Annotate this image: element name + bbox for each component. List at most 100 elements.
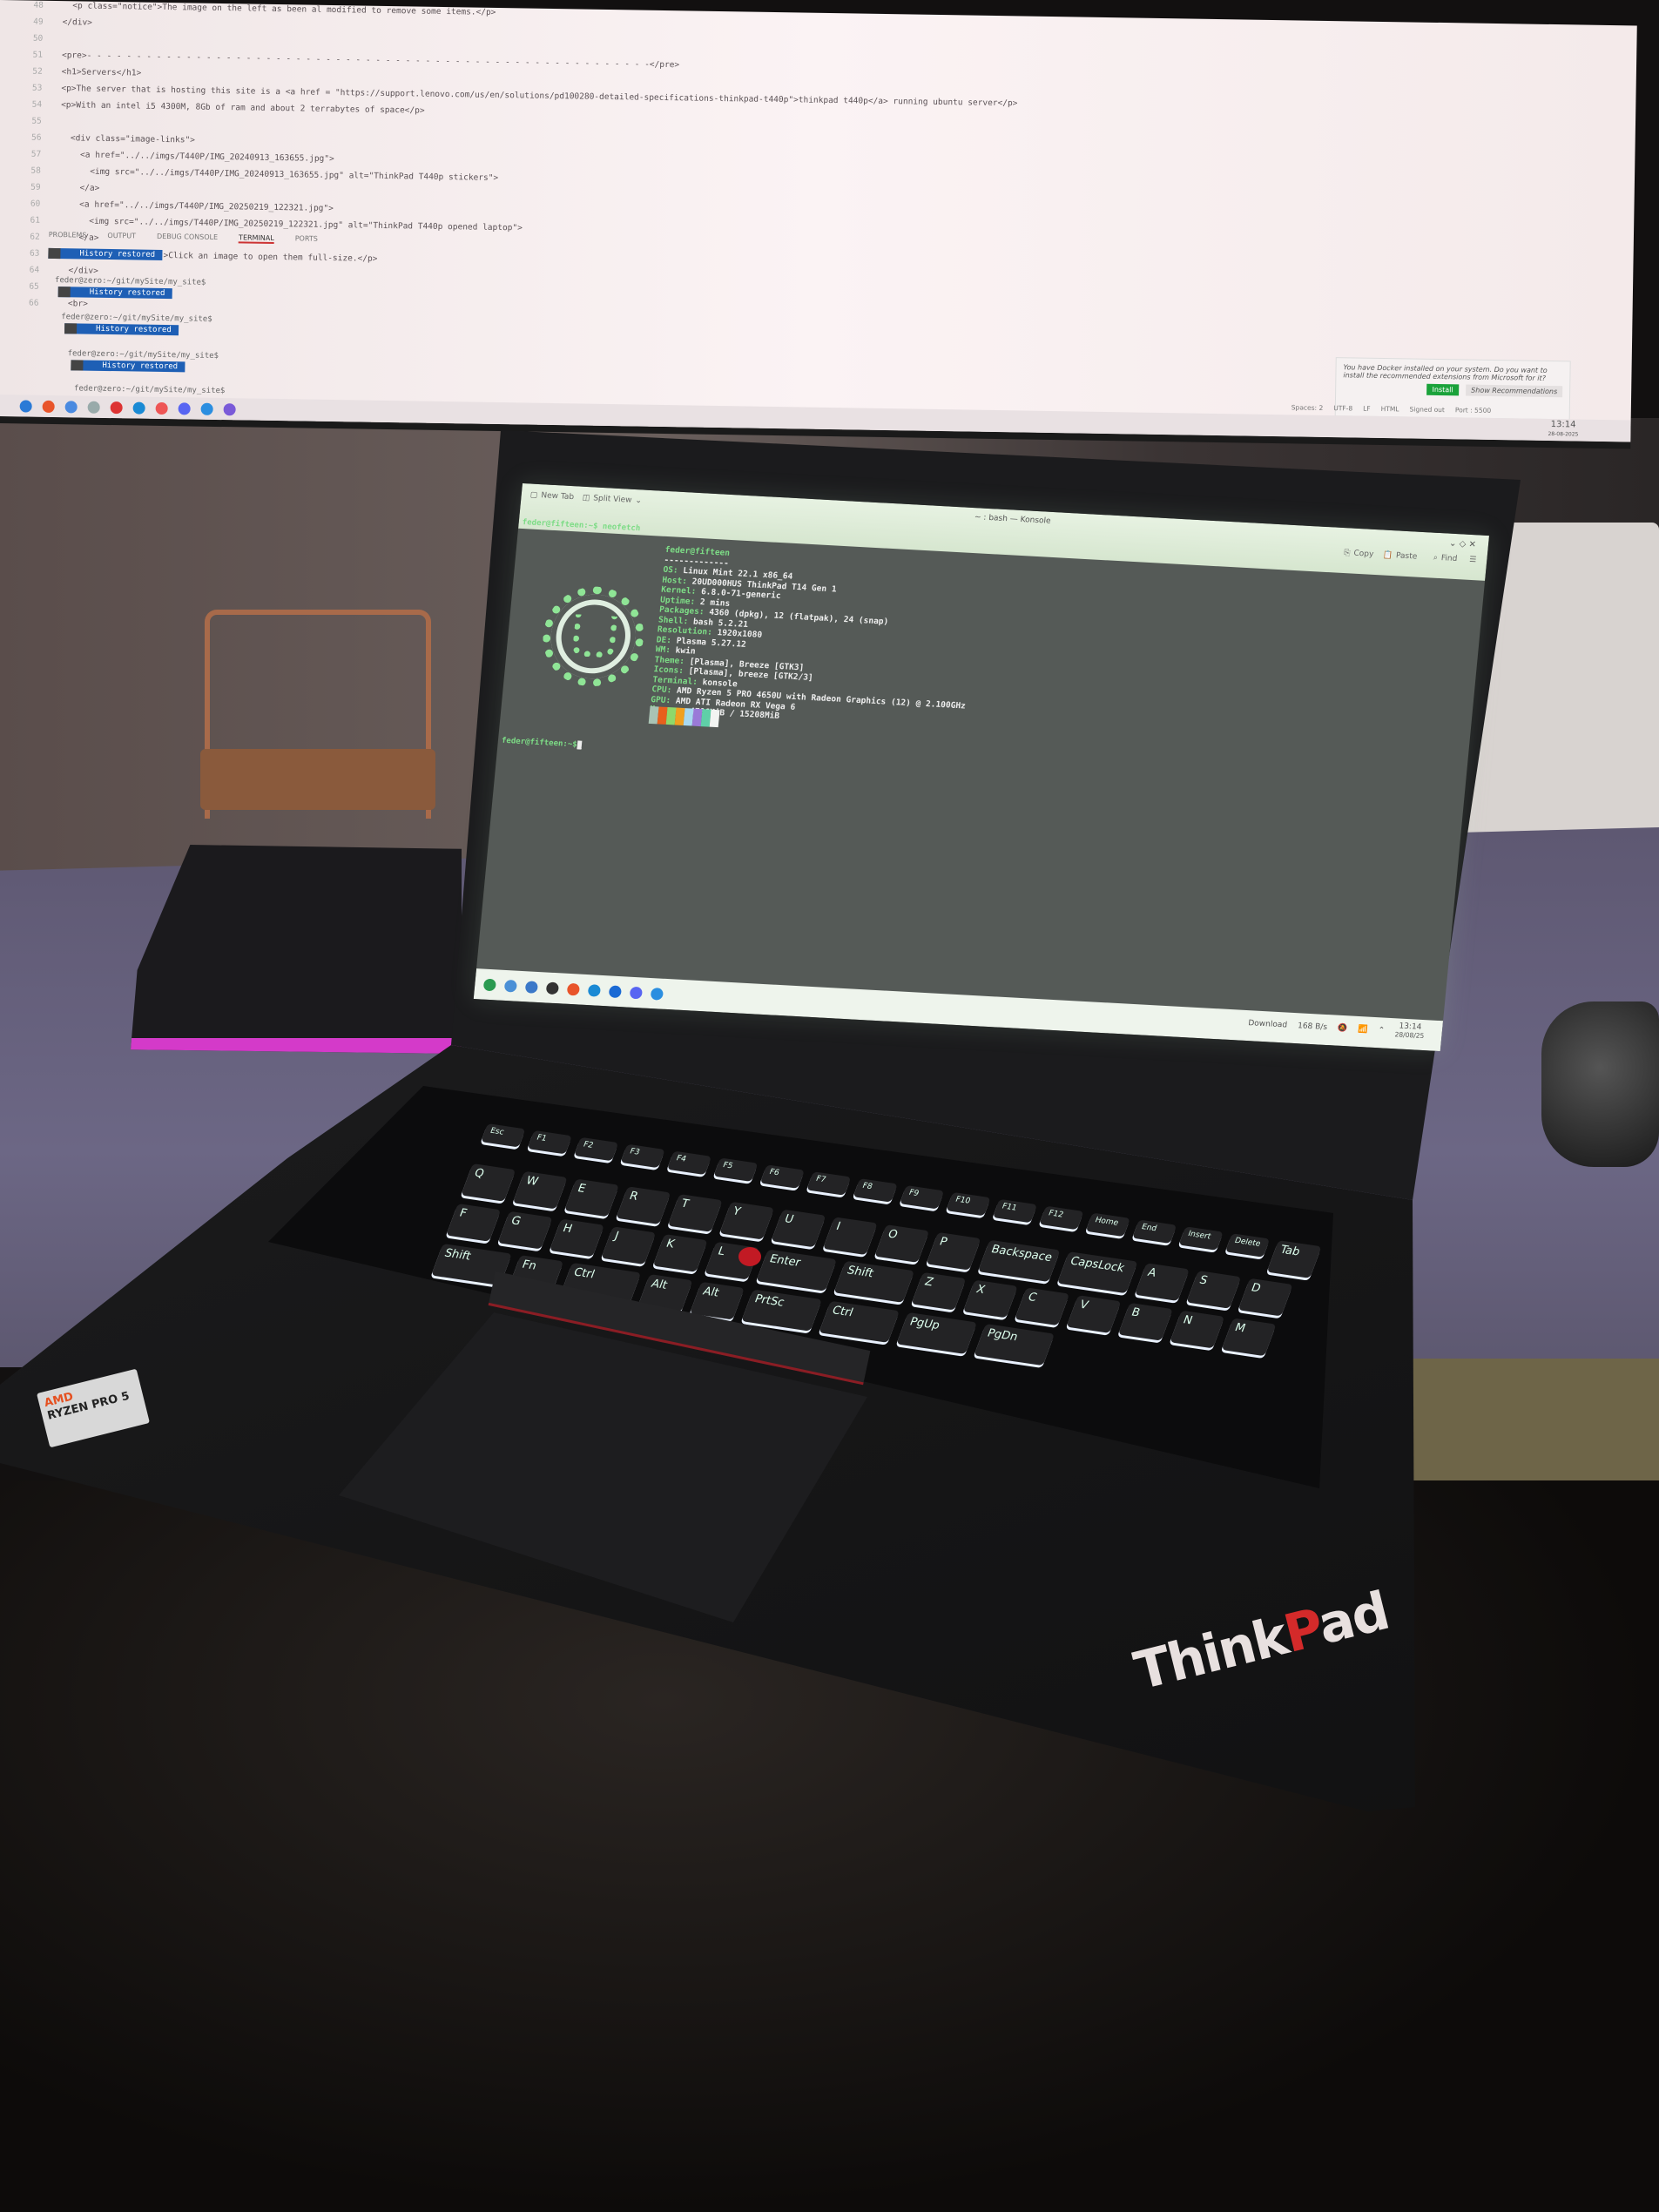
wifi-icon[interactable]: 📶: [1358, 1024, 1368, 1034]
neofetch-value: kwin: [675, 645, 697, 657]
app-icon[interactable]: [64, 400, 78, 413]
vscode-icon[interactable]: [650, 987, 664, 1001]
line-number: 49: [33, 17, 44, 27]
split-view-label: Split View: [592, 494, 632, 505]
laptop-clock[interactable]: 13:14 28/08/25: [1394, 1022, 1425, 1041]
key: G: [497, 1211, 553, 1250]
key: Enter: [756, 1249, 838, 1291]
konsole-icon[interactable]: [545, 981, 560, 995]
tab-ports[interactable]: PORTS: [295, 234, 318, 244]
trackpoint: [738, 1247, 761, 1266]
line-number: 50: [32, 33, 44, 44]
install-button[interactable]: Install: [1426, 383, 1459, 396]
terminal-area[interactable]: feder@fifteen ------------- OS: Linux Mi…: [476, 529, 1485, 1022]
tab-debug-console[interactable]: DEBUG CONSOLE: [157, 233, 218, 243]
app-icon[interactable]: [608, 984, 623, 998]
neofetch-key: Shell: [658, 614, 685, 626]
history-restored-badge: History restored: [57, 287, 172, 300]
app-icon[interactable]: [503, 979, 518, 993]
app-icon[interactable]: [19, 399, 32, 413]
vscode-icon[interactable]: [200, 402, 213, 415]
paste-button[interactable]: 📋 Paste: [1382, 551, 1417, 562]
firefox-icon[interactable]: [42, 400, 55, 413]
desk-edge: [1393, 1359, 1659, 1498]
key: C: [1015, 1287, 1070, 1326]
show-recommendations-button[interactable]: Show Recommendations: [1466, 384, 1563, 398]
key: PgDn: [974, 1324, 1055, 1366]
code-text: <img src="../../imgs/T440P/IMG_20240913_…: [59, 166, 499, 184]
code-text: <p class="notice">The image on the left …: [62, 1, 496, 17]
clock-date: 28/08/25: [1394, 1030, 1425, 1041]
download-widget[interactable]: Download: [1248, 1019, 1288, 1029]
laptop-screen: ▢ New Tab ◫ Split View ⌄ ~ : bash — Konsol…: [473, 483, 1490, 1052]
brave-icon[interactable]: [155, 401, 168, 415]
app-icon[interactable]: [223, 402, 236, 415]
monitor-clock[interactable]: 13:14 28-08-2025: [1548, 420, 1579, 440]
discord-icon[interactable]: [629, 986, 644, 999]
search-icon: ⌕: [1433, 553, 1439, 563]
key: O: [874, 1224, 930, 1263]
terminal-prompt: feder@zero:~/git/mySite/my_site$: [67, 349, 219, 361]
terminal-prompt: feder@zero:~/git/mySite/my_site$: [61, 313, 212, 324]
notifications-icon[interactable]: 🔕: [1338, 1023, 1348, 1033]
status-spaces[interactable]: Spaces: 2: [1291, 403, 1324, 412]
status-account[interactable]: Signed out: [1409, 405, 1445, 414]
new-tab-label: New Tab: [540, 491, 575, 502]
code-text: </div>: [62, 17, 93, 28]
tray-expand-icon[interactable]: ⌃: [1378, 1026, 1385, 1035]
line-number: 54: [31, 99, 43, 110]
key: Y: [719, 1201, 775, 1240]
line-number: 65: [29, 281, 39, 292]
line-number: 55: [31, 116, 42, 126]
key: K: [652, 1234, 708, 1272]
key: B: [1117, 1302, 1173, 1341]
neofetch-key: Host: [661, 575, 683, 586]
network-speed: 168 B/s: [1297, 1021, 1328, 1032]
history-restored-badge: History restored: [48, 247, 163, 260]
line-number: 64: [29, 265, 40, 275]
code-text: <div class="image-links">: [60, 133, 196, 145]
split-view-button[interactable]: ◫ Split View ⌄: [582, 494, 642, 506]
split-view-icon: ◫: [582, 493, 590, 503]
discord-icon[interactable]: [178, 401, 191, 415]
status-live-server[interactable]: Port : 5500: [1455, 406, 1491, 415]
tab-output[interactable]: OUTPUT: [107, 232, 136, 242]
copy-button[interactable]: ⎘ Copy: [1344, 549, 1374, 559]
key: D: [1238, 1278, 1293, 1317]
status-eol[interactable]: LF: [1363, 405, 1371, 413]
new-tab-button[interactable]: ▢ New Tab: [529, 491, 574, 502]
key: Tab: [1266, 1240, 1322, 1278]
app-icon[interactable]: [587, 983, 602, 997]
line-number: 53: [31, 83, 43, 93]
code-text: <a href="../../imgs/T440P/IMG_20250219_1…: [59, 199, 334, 214]
find-button[interactable]: ⌕ Find: [1433, 554, 1457, 563]
key: I: [822, 1217, 878, 1256]
line-number: 57: [30, 149, 42, 159]
line-number: 51: [32, 50, 44, 60]
tab-terminal[interactable]: TERMINAL: [238, 233, 274, 244]
status-encoding[interactable]: UTF-8: [1333, 404, 1352, 412]
clock-time: 13:14: [1550, 420, 1576, 430]
copy-label: Copy: [1352, 549, 1374, 559]
file-manager-icon[interactable]: [524, 980, 539, 994]
notification-text: You have Docker installed on your system…: [1343, 363, 1548, 382]
app-icon[interactable]: [87, 401, 100, 414]
firefox-icon[interactable]: [566, 982, 581, 996]
code-text: <a href="../../imgs/T440P/IMG_20240913_1…: [60, 150, 334, 165]
app-icon[interactable]: [132, 401, 145, 415]
window-title: ~ : bash — Konsole: [974, 513, 1051, 526]
key: H: [549, 1218, 604, 1258]
hamburger-menu-icon[interactable]: ☰: [1469, 556, 1477, 564]
line-number: 56: [30, 132, 42, 143]
start-menu-icon[interactable]: [482, 978, 497, 991]
tab-problems[interactable]: PROBLEMS: [49, 231, 87, 241]
window-controls[interactable]: ⌄ ◇ ✕: [1449, 539, 1477, 550]
vscode-terminal[interactable]: History restored feder@zero:~/git/mySite…: [46, 247, 227, 395]
linux-mint-ascii-logo-inner: [571, 614, 618, 658]
line-number: 66: [28, 298, 39, 308]
app-icon[interactable]: [110, 401, 123, 414]
key: M: [1221, 1318, 1277, 1357]
status-language[interactable]: HTML: [1381, 405, 1399, 413]
clock-date: 28-08-2025: [1548, 430, 1579, 438]
code-text: <p>With an intel i5 4300M, 8Gb of ram an…: [61, 100, 425, 116]
